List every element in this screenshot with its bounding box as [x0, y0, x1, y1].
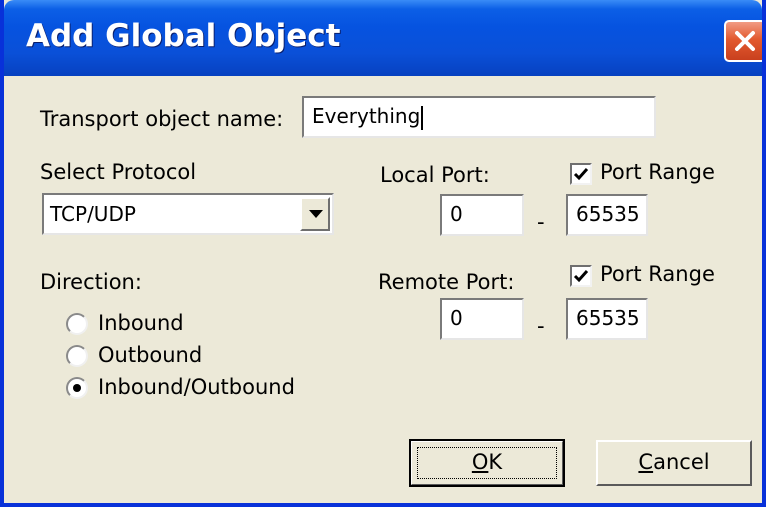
close-icon	[735, 31, 755, 51]
transport-name-value: Everything	[312, 104, 421, 128]
radio-outbound[interactable]	[66, 345, 88, 367]
add-global-object-dialog: Add Global Object Transport object name:…	[0, 0, 766, 507]
text-caret	[421, 105, 424, 130]
focus-rectangle	[417, 447, 557, 479]
title-bar[interactable]: Add Global Object	[4, 0, 762, 76]
protocol-selected-value: TCP/UDP	[50, 202, 136, 226]
protocol-dropdown-button[interactable]	[300, 197, 330, 231]
close-button[interactable]	[724, 20, 762, 62]
local-port-range-checkbox[interactable]	[570, 163, 592, 185]
remote-port-from-input[interactable]: 0	[440, 298, 524, 340]
remote-port-range-checkbox[interactable]	[570, 265, 592, 287]
remote-port-label: Remote Port:	[378, 270, 515, 294]
local-port-from-value: 0	[450, 202, 463, 226]
check-icon	[573, 168, 589, 181]
direction-label: Direction:	[40, 270, 142, 294]
protocol-select[interactable]: TCP/UDP	[42, 193, 334, 235]
remote-port-to-value: 65535	[576, 306, 640, 330]
local-port-range-label: Port Range	[600, 160, 715, 184]
radio-inbound[interactable]	[66, 313, 88, 335]
radio-selected-dot	[73, 384, 81, 392]
remote-port-separator: -	[537, 314, 545, 338]
remote-port-from-value: 0	[450, 306, 463, 330]
radio-inbound-outbound[interactable]	[66, 377, 88, 399]
cancel-button-label: Cancel	[638, 450, 710, 474]
radio-inbound-label: Inbound	[98, 311, 184, 335]
local-port-label: Local Port:	[380, 163, 490, 187]
local-port-to-value: 65535	[576, 202, 640, 226]
remote-port-range-label: Port Range	[600, 262, 715, 286]
transport-name-input[interactable]: Everything	[302, 96, 656, 138]
chevron-down-icon	[309, 210, 323, 218]
local-port-to-input[interactable]: 65535	[566, 194, 648, 236]
protocol-label: Select Protocol	[40, 160, 197, 184]
local-port-from-input[interactable]: 0	[440, 194, 524, 236]
dialog-title: Add Global Object	[26, 18, 341, 54]
radio-inbound-outbound-label: Inbound/Outbound	[98, 375, 295, 399]
remote-port-to-input[interactable]: 65535	[566, 298, 648, 340]
check-icon	[573, 270, 589, 283]
radio-outbound-label: Outbound	[98, 343, 203, 367]
transport-name-label: Transport object name:	[40, 107, 284, 131]
ok-button[interactable]: OK	[409, 439, 565, 487]
cancel-button[interactable]: Cancel	[596, 440, 752, 486]
local-port-separator: -	[537, 210, 545, 234]
